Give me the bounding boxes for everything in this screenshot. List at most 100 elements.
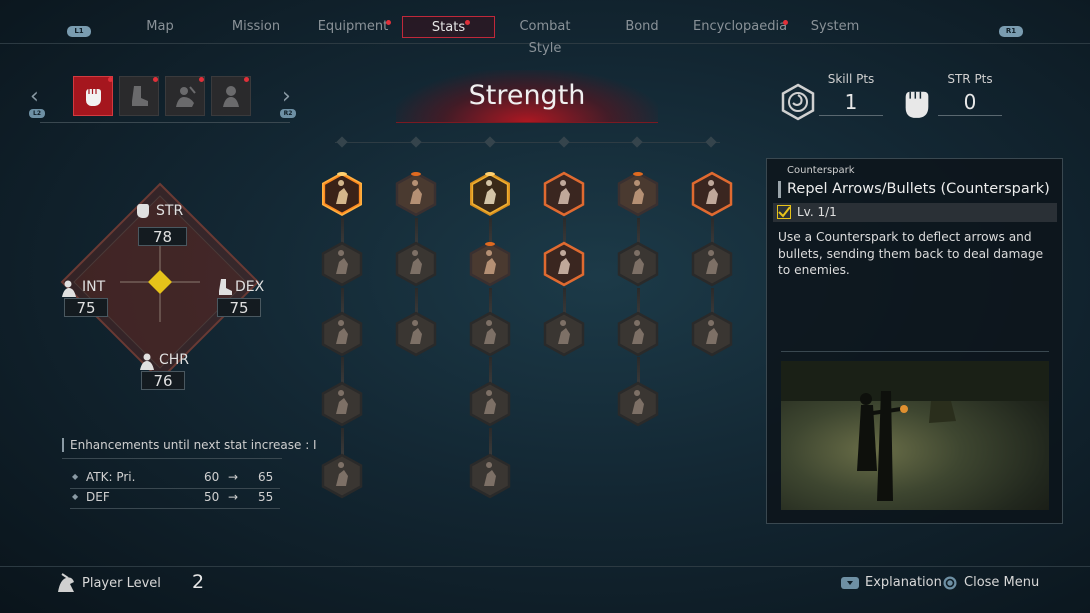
skill-node[interactable]: [616, 380, 660, 428]
skill-node[interactable]: [616, 240, 660, 288]
enhancement-to: 65: [258, 470, 274, 484]
page-title: Strength: [468, 80, 586, 111]
title-accent-bar: [778, 181, 781, 198]
skill-node[interactable]: [542, 240, 586, 288]
column-marker: [410, 136, 422, 148]
skill-node[interactable]: [468, 380, 512, 428]
enhancements-title: Enhancements until next stat increase : …: [62, 438, 317, 452]
tab-stats[interactable]: Stats: [402, 16, 495, 38]
bullet-icon: ◆: [72, 492, 79, 501]
skill-node[interactable]: [690, 170, 734, 218]
skill-node[interactable]: [616, 170, 660, 218]
node-glow: [337, 172, 347, 176]
notification-dot: [386, 20, 391, 25]
skill-node-icon: [322, 172, 362, 216]
bottom-divider: [0, 566, 1090, 567]
skill-node[interactable]: [690, 310, 734, 358]
tab-encyclopaedia[interactable]: Encyclopaedia: [693, 16, 787, 38]
skill-node[interactable]: [690, 240, 734, 288]
scholar-icon: [62, 280, 76, 297]
skill-detail-panel: Counterspark Repel Arrows/Bullets (Count…: [766, 158, 1063, 524]
skill-description: Use a Counterspark to deflect arrows and…: [778, 230, 1044, 277]
top-nav: L1 R1 Map Mission Equipment Stats Combat…: [0, 0, 1090, 56]
skill-node[interactable]: [394, 240, 438, 288]
tab-mission[interactable]: Mission: [222, 16, 290, 38]
enhancement-label: DEF: [86, 490, 110, 504]
str-points-value: 0: [963, 90, 977, 114]
notification-dot: [465, 20, 470, 25]
skill-node-icon: [543, 241, 585, 287]
touchpad-button-icon[interactable]: [841, 577, 859, 589]
enhancement-from: 60: [204, 470, 220, 484]
stat-chr-label: CHR: [159, 352, 190, 368]
r1-button-hint[interactable]: R1: [999, 26, 1023, 37]
charisma-icon: [223, 86, 239, 107]
l1-button-hint[interactable]: L1: [67, 26, 91, 37]
chevron-left-icon[interactable]: ‹: [30, 84, 39, 109]
divider: [819, 115, 883, 116]
skill-node-icon: [617, 241, 659, 287]
stat-tab-intelligence[interactable]: [165, 76, 205, 116]
skill-node[interactable]: [542, 310, 586, 358]
skill-node-icon: [469, 453, 511, 499]
charisma-icon: [140, 353, 154, 370]
r2-button-hint[interactable]: R2: [280, 109, 296, 118]
player-level-label: Player Level: [82, 576, 161, 591]
divider: [781, 351, 1049, 352]
player-icon: [58, 573, 74, 592]
skill-node[interactable]: [320, 240, 364, 288]
tab-combat-style[interactable]: Combat Style: [502, 16, 588, 56]
skill-node[interactable]: [394, 310, 438, 358]
stat-str-value: 78: [138, 227, 187, 246]
boot-icon: [132, 86, 148, 106]
scholar-icon: [176, 86, 196, 107]
skill-preview-image: [781, 361, 1049, 510]
skill-node[interactable]: [320, 452, 364, 500]
stat-tab-charisma[interactable]: [211, 76, 251, 116]
str-points-label: STR Pts: [947, 72, 993, 86]
skill-points-label: Skill Pts: [827, 72, 875, 86]
explanation-hint[interactable]: Explanation: [865, 575, 942, 590]
skill-category: Counterspark: [787, 165, 855, 176]
skill-node[interactable]: [468, 452, 512, 500]
divider: [62, 458, 282, 459]
skill-node[interactable]: [468, 170, 512, 218]
fist-icon: [905, 91, 929, 118]
skill-node-icon: [470, 172, 510, 216]
tab-equipment[interactable]: Equipment: [315, 16, 391, 38]
column-marker: [336, 136, 348, 148]
skill-node[interactable]: [320, 170, 364, 218]
circle-button-icon[interactable]: [943, 576, 957, 590]
node-glow: [485, 172, 495, 176]
notification-dot: [199, 77, 204, 82]
skill-node[interactable]: [320, 380, 364, 428]
column-marker: [558, 136, 570, 148]
skill-node[interactable]: [468, 240, 512, 288]
skill-title: Repel Arrows/Bullets (Counterspark): [787, 181, 1050, 197]
tab-map[interactable]: Map: [130, 16, 190, 38]
node-glow: [485, 242, 495, 246]
tab-bond[interactable]: Bond: [615, 16, 669, 38]
skill-node[interactable]: [542, 170, 586, 218]
skill-node-icon: [691, 241, 733, 287]
enhancement-row: ◆ ATK: Pri. 60 → 65: [70, 470, 280, 489]
l2-button-hint[interactable]: L2: [29, 109, 45, 118]
skill-node[interactable]: [320, 310, 364, 358]
stat-dex-value: 75: [217, 298, 261, 317]
close-menu-hint[interactable]: Close Menu: [964, 575, 1039, 590]
skill-node[interactable]: [616, 310, 660, 358]
stat-tab-strength[interactable]: [73, 76, 113, 116]
skill-node[interactable]: [468, 310, 512, 358]
column-marker: [705, 136, 717, 148]
fist-icon: [86, 89, 101, 106]
player-level-value: 2: [192, 571, 205, 593]
stat-tab-dexterity[interactable]: [119, 76, 159, 116]
skill-node-icon: [395, 171, 437, 217]
chevron-right-icon[interactable]: ›: [282, 84, 291, 109]
skill-node[interactable]: [394, 170, 438, 218]
notification-dot: [108, 77, 113, 82]
skill-points-value: 1: [844, 90, 858, 114]
bullet-icon: ◆: [72, 472, 79, 481]
skill-node-icon: [691, 311, 733, 357]
tab-system[interactable]: System: [805, 16, 865, 38]
